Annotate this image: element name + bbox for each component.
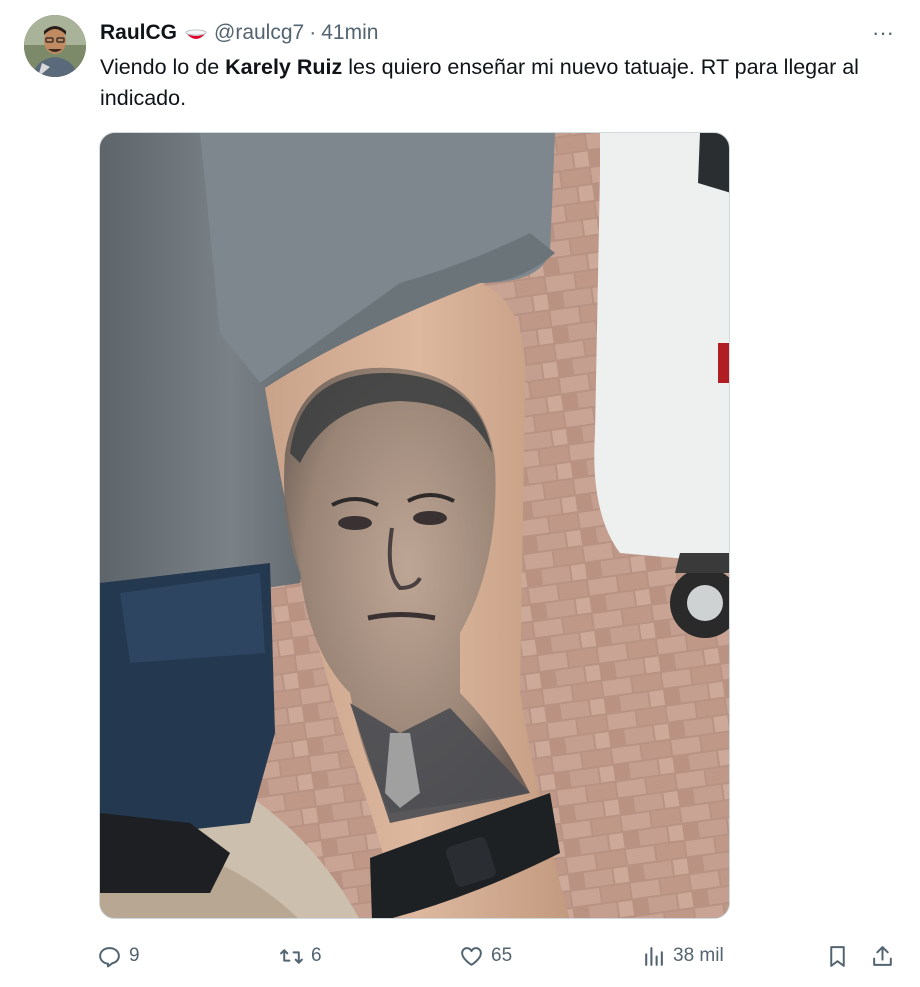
avatar[interactable]	[24, 15, 86, 77]
more-options-button[interactable]: ···	[870, 20, 896, 46]
tweet-actions: 9 6 65 38 mil	[0, 940, 920, 972]
separator-dot: ·	[309, 21, 317, 44]
reply-button[interactable]: 9	[97, 940, 140, 972]
like-button[interactable]: 65	[459, 940, 512, 972]
reply-count: 9	[129, 945, 140, 966]
retweet-icon	[280, 948, 303, 964]
user-handle[interactable]: @raulcg7	[214, 21, 304, 45]
tweet-photo[interactable]	[99, 132, 730, 919]
like-count: 65	[491, 945, 513, 966]
views-count: 38 mil	[673, 945, 724, 966]
bookmark-button[interactable]	[825, 940, 850, 972]
tweet-header: RaulCG @raulcg7 · 41min	[100, 18, 378, 48]
reply-icon	[99, 946, 120, 967]
display-name[interactable]: RaulCG	[100, 21, 177, 45]
timestamp[interactable]: 41min	[321, 21, 378, 45]
bowl-flag-icon	[184, 21, 208, 45]
tattoo-photo-image	[100, 133, 729, 918]
analytics-bars-icon	[645, 946, 663, 966]
share-icon	[873, 945, 892, 966]
heart-icon	[461, 946, 482, 966]
bookmark-icon	[830, 945, 845, 967]
retweet-count: 6	[311, 945, 322, 966]
mention-bold: Karely Ruiz	[225, 55, 343, 79]
views-button[interactable]: 38 mil	[641, 940, 724, 972]
tweet-text: Viendo lo de Karely Ruiz les quiero ense…	[100, 52, 900, 114]
share-button[interactable]	[870, 940, 895, 972]
tweet[interactable]: RaulCG @raulcg7 · 41min ··· Viendo lo de…	[0, 0, 920, 987]
more-horizontal-icon: ···	[872, 20, 894, 45]
retweet-button[interactable]: 6	[279, 940, 322, 972]
tweet-text-part: Viendo lo de	[100, 55, 226, 79]
